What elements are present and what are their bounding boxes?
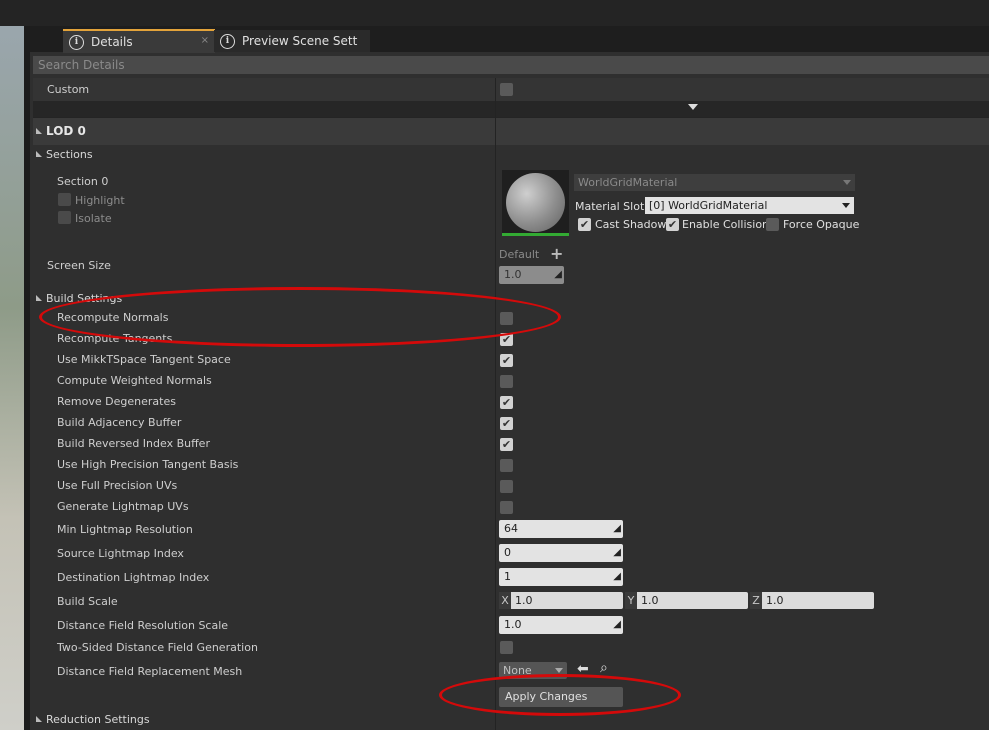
- source-lightmap-index-label: Source Lightmap Index: [57, 547, 184, 560]
- build-setting-label: Build Reversed Index Buffer: [57, 437, 210, 450]
- tab-preview-scene-settings[interactable]: i Preview Scene Sett: [214, 30, 370, 52]
- build-setting-checkbox[interactable]: [500, 396, 513, 409]
- distance-field-replacement-mesh-label: Distance Field Replacement Mesh: [57, 665, 243, 678]
- isolate-checkbox[interactable]: [58, 211, 71, 224]
- source-lightmap-index-input[interactable]: 0: [499, 544, 623, 562]
- cast-shadow-checkbox[interactable]: [578, 218, 591, 231]
- sections-header[interactable]: Sections: [36, 148, 93, 161]
- screen-size-label: Screen Size: [47, 259, 111, 272]
- tab-preview-label: Preview Scene Sett: [242, 34, 358, 48]
- material-sphere: [506, 173, 565, 232]
- collapse-triangle-icon: [36, 295, 42, 301]
- force-opaque-label: Force Opaque: [783, 218, 860, 231]
- screen-size-default-label: Default: [499, 248, 540, 261]
- info-icon: i: [220, 33, 235, 49]
- annotation-ellipse-recompute-normals: [39, 287, 561, 347]
- two-sided-distance-field-checkbox[interactable]: [500, 641, 513, 654]
- isolate-label: Isolate: [75, 212, 112, 225]
- force-opaque-checkbox[interactable]: [766, 218, 779, 231]
- screen-size-input[interactable]: 1.0: [499, 266, 564, 284]
- enable-collision-label: Enable Collision: [682, 218, 770, 231]
- highlight-label: Highlight: [75, 194, 125, 207]
- panel-edge: [24, 26, 30, 730]
- build-setting-checkbox[interactable]: [500, 375, 513, 388]
- collapse-triangle-icon: [36, 716, 42, 722]
- top-bar: [0, 0, 989, 26]
- build-scale-y-input[interactable]: Y 1.0: [625, 592, 748, 609]
- close-icon[interactable]: ×: [201, 35, 209, 46]
- build-setting-label: Compute Weighted Normals: [57, 374, 212, 387]
- browse-search-icon[interactable]: ⌕: [600, 660, 608, 676]
- build-setting-label: Build Adjacency Buffer: [57, 416, 182, 429]
- add-icon[interactable]: +: [550, 244, 563, 263]
- build-scale-z-input[interactable]: Z 1.0: [750, 592, 874, 609]
- material-slot-label: Material Slot: [575, 200, 645, 213]
- lod-header[interactable]: [33, 117, 989, 145]
- collapse-triangle-icon: [36, 128, 42, 134]
- distance-field-resolution-scale-input[interactable]: 1.0: [499, 616, 623, 634]
- z-axis-label: Z: [750, 592, 762, 609]
- build-setting-label: Remove Degenerates: [57, 395, 176, 408]
- min-lightmap-resolution-input[interactable]: 64: [499, 520, 623, 538]
- build-setting-label: Use Full Precision UVs: [57, 479, 178, 492]
- build-setting-label: Generate Lightmap UVs: [57, 500, 189, 513]
- build-setting-checkbox[interactable]: [500, 480, 513, 493]
- expand-down-icon[interactable]: [688, 104, 698, 110]
- destination-lightmap-index-input[interactable]: 1: [499, 568, 623, 586]
- tab-details-label: Details: [91, 35, 133, 49]
- build-setting-label: Use High Precision Tangent Basis: [57, 458, 239, 471]
- column-divider[interactable]: [495, 78, 496, 730]
- build-setting-checkbox[interactable]: [500, 459, 513, 472]
- enable-collision-checkbox[interactable]: [666, 218, 679, 231]
- destination-lightmap-index-label: Destination Lightmap Index: [57, 571, 210, 584]
- x-axis-label: X: [499, 592, 511, 609]
- section-0-label: Section 0: [57, 175, 109, 188]
- build-setting-checkbox[interactable]: [500, 417, 513, 430]
- build-setting-checkbox[interactable]: [500, 354, 513, 367]
- material-dropdown[interactable]: WorldGridMaterial: [574, 174, 855, 191]
- min-lightmap-resolution-label: Min Lightmap Resolution: [57, 523, 193, 536]
- tab-details[interactable]: i Details ×: [63, 29, 215, 53]
- custom-checkbox[interactable]: [500, 83, 513, 96]
- annotation-ellipse-apply-changes: [439, 674, 681, 716]
- cast-shadow-label: Cast Shadow: [595, 218, 667, 231]
- tab-bar: i Details × i Preview Scene Sett: [30, 26, 989, 53]
- reduction-settings-header[interactable]: Reduction Settings: [36, 713, 150, 726]
- build-scale-label: Build Scale: [57, 595, 118, 608]
- distance-field-resolution-scale-label: Distance Field Resolution Scale: [57, 619, 229, 632]
- y-axis-label: Y: [625, 592, 637, 609]
- lod-title[interactable]: LOD 0: [36, 124, 86, 138]
- build-setting-checkbox[interactable]: [500, 501, 513, 514]
- search-input[interactable]: Search Details: [33, 56, 989, 74]
- custom-label: Custom: [47, 83, 90, 96]
- highlight-checkbox[interactable]: [58, 193, 71, 206]
- build-scale-x-input[interactable]: X 1.0: [499, 592, 623, 609]
- collapse-triangle-icon: [36, 151, 42, 157]
- material-thumbnail[interactable]: [502, 170, 569, 236]
- material-slot-dropdown[interactable]: [0] WorldGridMaterial: [645, 197, 854, 214]
- expand-separator[interactable]: [33, 101, 989, 117]
- info-icon: i: [69, 34, 84, 50]
- build-setting-checkbox[interactable]: [500, 438, 513, 451]
- build-setting-label: Use MikkTSpace Tangent Space: [57, 353, 231, 366]
- two-sided-distance-field-label: Two-Sided Distance Field Generation: [57, 641, 258, 654]
